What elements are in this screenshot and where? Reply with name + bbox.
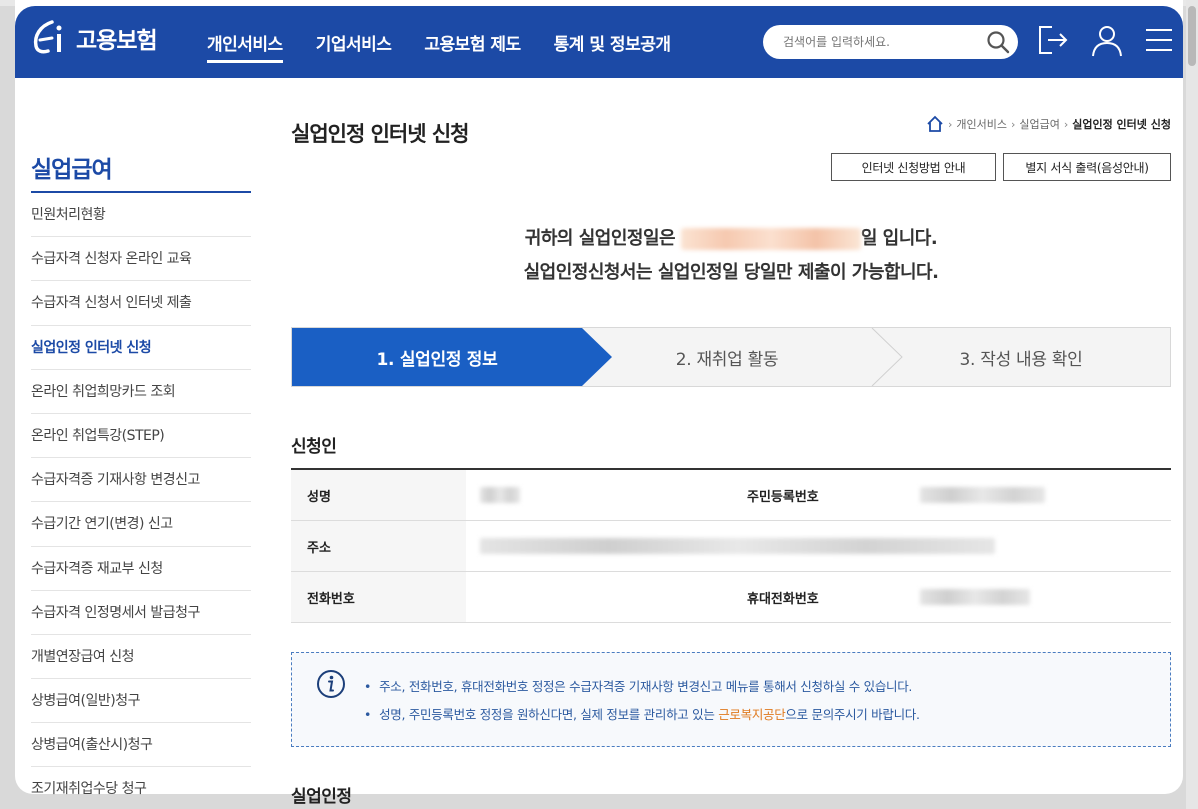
info-item-contact-change: 주소, 전화번호, 휴대전화번호 정정은 수급자격증 기재사항 변경신고 메뉴를… xyxy=(364,673,920,701)
breadcrumb-separator: › xyxy=(1063,117,1069,131)
site-logo[interactable]: 고용보험 xyxy=(30,18,158,58)
sidebar-item[interactable]: 개별연장급여 신청 xyxy=(31,635,251,680)
label-phone: 전화번호 xyxy=(291,572,466,622)
notice-date-line: 귀하의 실업인정일은 일 입니다. xyxy=(291,224,1171,250)
sidebar-item[interactable]: 수급자격 신청서 인터넷 제출 xyxy=(31,281,251,326)
breadcrumb-item[interactable]: 개인서비스 xyxy=(956,116,1007,132)
step-2: 2. 재취업 활동 xyxy=(675,349,779,370)
sidebar-item[interactable]: 온라인 취업특강(STEP) xyxy=(31,414,251,459)
sidebar-item[interactable]: 수급자격 인정명세서 발급청구 xyxy=(31,591,251,635)
sidebar-item[interactable]: 조기재취업수당 청구 xyxy=(31,767,251,809)
nav-statistics[interactable]: 통계 및 정보공개 xyxy=(554,30,671,63)
value-phone xyxy=(466,572,731,622)
label-name: 성명 xyxy=(291,470,466,520)
step-indicator: 1. 실업인정 정보 2. 재취업 활동 3. 작성 내용 확인 xyxy=(291,327,1171,387)
info-text: 성명, 주민등록번호 정정을 원하신다면, 실제 정보를 관리하고 있는 xyxy=(379,707,719,722)
sidebar-item[interactable]: 온라인 취업희망카드 조회 xyxy=(31,370,251,414)
sidebar-item[interactable]: 수급자격증 재교부 신청 xyxy=(31,547,251,591)
step-1-active: 1. 실업인정 정보 xyxy=(376,349,498,370)
redacted-resident-no xyxy=(920,487,1045,503)
sidebar-item-active[interactable]: 실업인정 인터넷 신청 xyxy=(31,326,251,370)
redacted-address xyxy=(480,538,995,554)
menu-icon[interactable] xyxy=(1142,23,1176,57)
notice-suffix: 일 입니다. xyxy=(860,228,938,249)
nav-insurance-system[interactable]: 고용보험 제도 xyxy=(424,30,521,63)
main-nav: 개인서비스 기업서비스 고용보험 제도 통계 및 정보공개 xyxy=(207,30,671,63)
home-icon[interactable] xyxy=(926,115,944,133)
sidebar-item[interactable]: 상병급여(일반)청구 xyxy=(31,679,251,724)
info-icon xyxy=(317,670,345,698)
redacted-name xyxy=(480,487,520,503)
sidebar-title: 실업급여 xyxy=(31,157,113,183)
info-box: 주소, 전화번호, 휴대전화번호 정정은 수급자격증 기재사항 변경신고 메뉴를… xyxy=(291,652,1171,747)
sidebar-menu: 민원처리현황 수급자격 신청자 온라인 교육 수급자격 신청서 인터넷 제출 실… xyxy=(31,193,251,809)
guide-button[interactable]: 인터넷 신청방법 안내 xyxy=(831,153,996,181)
info-list: 주소, 전화번호, 휴대전화번호 정정은 수급자격증 기재사항 변경신고 메뉴를… xyxy=(364,673,920,729)
value-mobile xyxy=(906,572,1030,622)
sidebar-item[interactable]: 민원처리현황 xyxy=(31,193,251,238)
value-address xyxy=(466,521,995,571)
label-address: 주소 xyxy=(291,521,466,571)
scrollbar-track[interactable] xyxy=(1186,0,1198,809)
breadcrumb-item[interactable]: 실업급여 xyxy=(1019,116,1059,132)
info-text: 으로 문의주시기 바랍니다. xyxy=(785,707,920,722)
print-form-button[interactable]: 별지 서식 출력(음성안내) xyxy=(1003,153,1171,181)
logout-icon[interactable] xyxy=(1036,23,1070,57)
sidebar-item[interactable]: 수급자격증 기재사항 변경신고 xyxy=(31,458,251,503)
value-resident-no xyxy=(906,470,1045,520)
redacted-date xyxy=(680,228,861,250)
table-row: 주소 xyxy=(291,521,1171,572)
search-icon[interactable] xyxy=(986,30,1010,54)
logo-mark-icon xyxy=(33,20,62,54)
notice-submit-line: 실업인정신청서는 실업인정일 당일만 제출이 가능합니다. xyxy=(523,262,939,283)
notice-prefix: 귀하의 실업인정일은 xyxy=(524,228,676,249)
applicant-section-title: 신청인 xyxy=(291,437,337,457)
step-3: 3. 작성 내용 확인 xyxy=(959,349,1083,370)
applicant-table: 성명 주민등록번호 주소 전화번호 휴대전화번호 xyxy=(291,468,1171,623)
value-name xyxy=(466,470,731,520)
breadcrumb: › 개인서비스 › 실업급여 › 실업인정 인터넷 신청 xyxy=(926,115,1171,133)
table-row: 전화번호 휴대전화번호 xyxy=(291,572,1171,623)
label-mobile: 휴대전화번호 xyxy=(731,572,906,622)
search-box xyxy=(763,25,1018,59)
sidebar-item[interactable]: 수급자격 신청자 온라인 교육 xyxy=(31,237,251,282)
logo-text: 고용보험 xyxy=(76,28,158,54)
breadcrumb-separator: › xyxy=(947,117,953,131)
info-item-identity-change: 성명, 주민등록번호 정정을 원하신다면, 실제 정보를 관리하고 있는 근로복… xyxy=(364,701,920,729)
scrollbar-thumb[interactable] xyxy=(1188,6,1196,66)
breadcrumb-separator: › xyxy=(1010,117,1016,131)
sidebar-item[interactable]: 상병급여(출산시)청구 xyxy=(31,723,251,768)
redacted-mobile xyxy=(920,589,1030,605)
nav-personal-services[interactable]: 개인서비스 xyxy=(207,30,283,63)
nav-business-services[interactable]: 기업서비스 xyxy=(316,30,392,63)
user-icon[interactable] xyxy=(1090,23,1124,57)
table-row: 성명 주민등록번호 xyxy=(291,470,1171,521)
page-title: 실업인정 인터넷 신청 xyxy=(291,122,470,146)
agency-name: 근로복지공단 xyxy=(718,707,786,722)
breadcrumb-current: 실업인정 인터넷 신청 xyxy=(1072,118,1171,131)
recognition-section-title: 실업인정 xyxy=(291,787,352,807)
sidebar-item[interactable]: 수급기간 연기(변경) 신고 xyxy=(31,502,251,547)
label-resident-no: 주민등록번호 xyxy=(731,470,906,520)
search-input[interactable] xyxy=(783,35,978,49)
